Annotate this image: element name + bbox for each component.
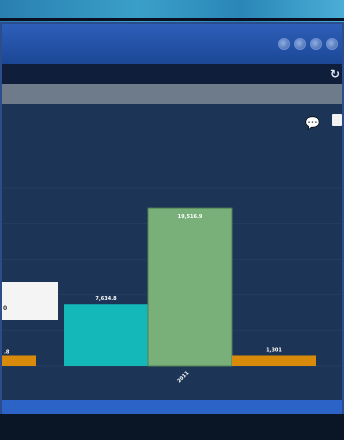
window-menu-button[interactable]	[278, 38, 290, 50]
bar-chart: .8 0 7,634.8 19,516.9 1,301 2011	[2, 187, 342, 384]
window-footer	[2, 400, 342, 414]
tooltip-text: 0	[3, 305, 7, 312]
top-divider	[0, 18, 344, 21]
bar-2011-series-1	[64, 304, 148, 366]
window-toolbar: ↻	[2, 64, 342, 84]
bar-2011-series-3	[232, 355, 316, 366]
bar-value-label: 19,516.9	[178, 214, 203, 220]
close-button[interactable]	[326, 38, 338, 50]
tooltip-box	[2, 282, 58, 320]
window-controls	[278, 38, 338, 50]
filter-bar	[2, 84, 342, 104]
minimize-button[interactable]	[294, 38, 306, 50]
bottom-strip	[0, 414, 344, 440]
restore-button[interactable]	[310, 38, 322, 50]
partial-bar-label: .8	[4, 349, 10, 355]
bar-2011-series-2	[147, 207, 233, 367]
refresh-icon[interactable]: ↻	[330, 67, 340, 81]
partial-bar	[2, 355, 36, 366]
bar-value-label: 1,301	[266, 347, 282, 353]
x-tick-label: 2011	[176, 370, 190, 384]
window-titlebar	[2, 24, 342, 64]
chart-area: 💬 .8 0 7,634.8 19,516.9 1,301 2011	[2, 104, 342, 400]
bar-value-label: 7,634.8	[95, 296, 117, 302]
report-window: ↻ 💬 .8 0 7,634.8 19,516.9 1,301 2011	[0, 22, 344, 414]
